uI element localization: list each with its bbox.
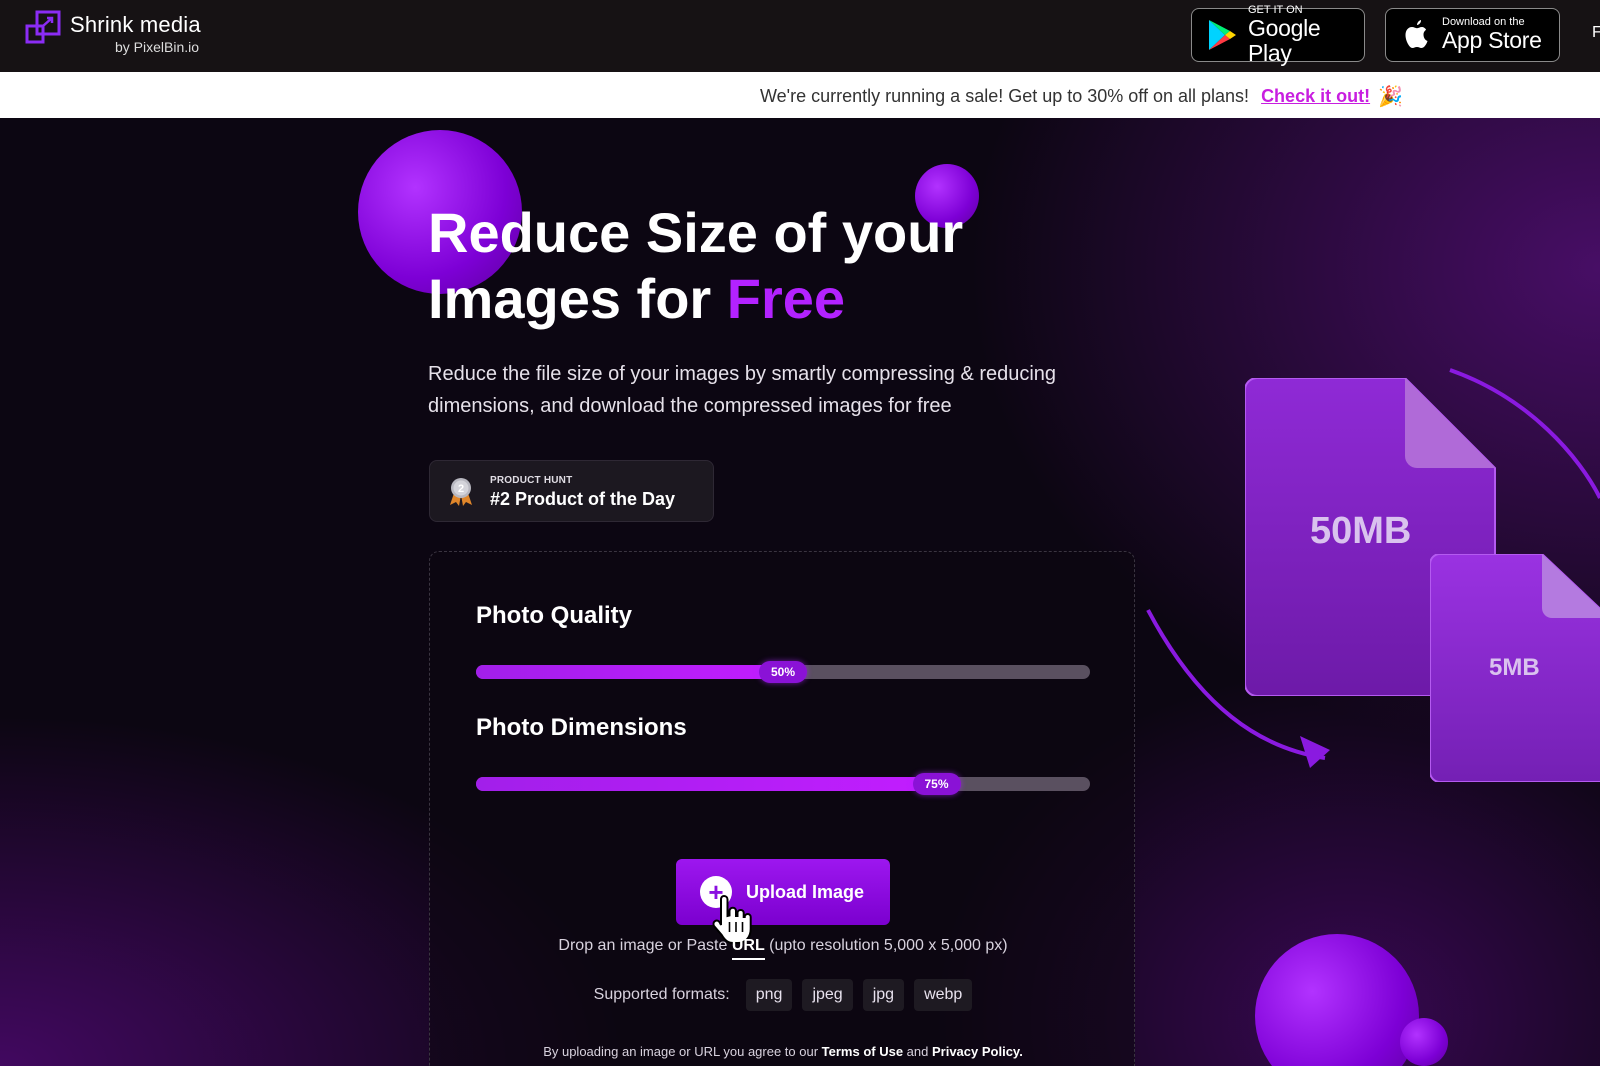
top-header: Shrink media by PixelBin.io GET IT ON Go… bbox=[0, 0, 1600, 72]
format-chip: jpeg bbox=[802, 979, 853, 1011]
title-line-1: Reduce Size of your bbox=[428, 201, 964, 264]
check-it-out-link[interactable]: Check it out! bbox=[1261, 86, 1370, 107]
terms-of-use-link[interactable]: Terms of Use bbox=[822, 1044, 903, 1059]
upload-image-button[interactable]: + Upload Image bbox=[676, 859, 890, 925]
supported-formats: Supported formats: png jpeg jpg webp bbox=[430, 979, 1136, 1011]
logo-icon bbox=[25, 10, 61, 44]
terms-prefix: By uploading an image or URL you agree t… bbox=[543, 1044, 822, 1059]
paste-url-link[interactable]: URL bbox=[731, 937, 765, 960]
format-chip: jpg bbox=[862, 979, 905, 1011]
drop-prefix: Drop an image or Paste bbox=[558, 937, 732, 954]
product-hunt-rank: #2 Product of the Day bbox=[490, 489, 676, 509]
party-icon: 🎉 bbox=[1378, 86, 1403, 108]
formats-label: Supported formats: bbox=[593, 986, 730, 1003]
medal-number: 2 bbox=[458, 483, 464, 495]
terms-mid: and bbox=[903, 1044, 932, 1059]
format-chip: png bbox=[745, 979, 793, 1011]
product-hunt-label: PRODUCT HUNT bbox=[490, 475, 573, 486]
app-store-button[interactable]: Download on the App Store bbox=[1385, 8, 1560, 62]
privacy-policy-link[interactable]: Privacy Policy. bbox=[932, 1044, 1023, 1059]
photo-dimensions-label: Photo Dimensions bbox=[476, 714, 687, 741]
photo-quality-fill bbox=[476, 665, 783, 679]
drop-suffix: (upto resolution 5,000 x 5,000 px) bbox=[764, 937, 1008, 954]
upload-image-label: Upload Image bbox=[746, 881, 865, 902]
photo-dimensions-fill bbox=[476, 777, 937, 791]
small-file-size: 5MB bbox=[1489, 654, 1540, 681]
sale-banner-text: We're currently running a sale! Get up t… bbox=[760, 86, 1250, 106]
decorative-orb bbox=[1400, 1018, 1448, 1066]
photo-quality-thumb[interactable]: 50% bbox=[759, 661, 807, 683]
large-file-size: 50MB bbox=[1310, 510, 1412, 552]
header-cutoff-text: F bbox=[1592, 24, 1600, 41]
terms-notice: By uploading an image or URL you agree t… bbox=[430, 1044, 1136, 1059]
google-play-label: Google Play bbox=[1248, 15, 1321, 66]
photo-dimensions-slider[interactable]: 75% bbox=[476, 773, 1090, 795]
compression-panel[interactable]: Photo Quality 50% Photo Dimensions 75% +… bbox=[429, 551, 1135, 1066]
logo-by: by PixelBin.io bbox=[115, 39, 200, 55]
logo-name: Shrink media bbox=[70, 12, 201, 37]
page-title: Reduce Size of your Images for Free bbox=[428, 200, 1048, 332]
google-play-button[interactable]: GET IT ON Google Play bbox=[1191, 5, 1365, 66]
product-hunt-badge[interactable]: 2 PRODUCT HUNT #2 Product of the Day bbox=[429, 460, 714, 522]
photo-dimensions-thumb[interactable]: 75% bbox=[912, 773, 961, 795]
decorative-orb bbox=[1255, 934, 1419, 1066]
medal-icon: 2 bbox=[450, 478, 472, 506]
title-line-2: Images for bbox=[428, 267, 727, 330]
sale-banner: We're currently running a sale! Get up t… bbox=[0, 72, 1600, 118]
title-accent: Free bbox=[726, 267, 846, 330]
logo[interactable]: Shrink media by PixelBin.io bbox=[24, 8, 201, 54]
photo-quality-label: Photo Quality bbox=[476, 602, 632, 629]
google-play-icon bbox=[1209, 20, 1236, 50]
page-subtitle: Reduce the file size of your images by s… bbox=[428, 363, 1057, 417]
drop-instructions: Drop an image or Paste URL (upto resolut… bbox=[430, 937, 1136, 960]
format-chip: webp bbox=[914, 979, 973, 1011]
apple-icon bbox=[1405, 20, 1428, 48]
hero-section: Reduce Size of your Images for Free Redu… bbox=[0, 118, 1600, 1066]
app-store-label: App Store bbox=[1442, 27, 1542, 54]
photo-quality-slider[interactable]: 50% bbox=[476, 661, 1090, 683]
